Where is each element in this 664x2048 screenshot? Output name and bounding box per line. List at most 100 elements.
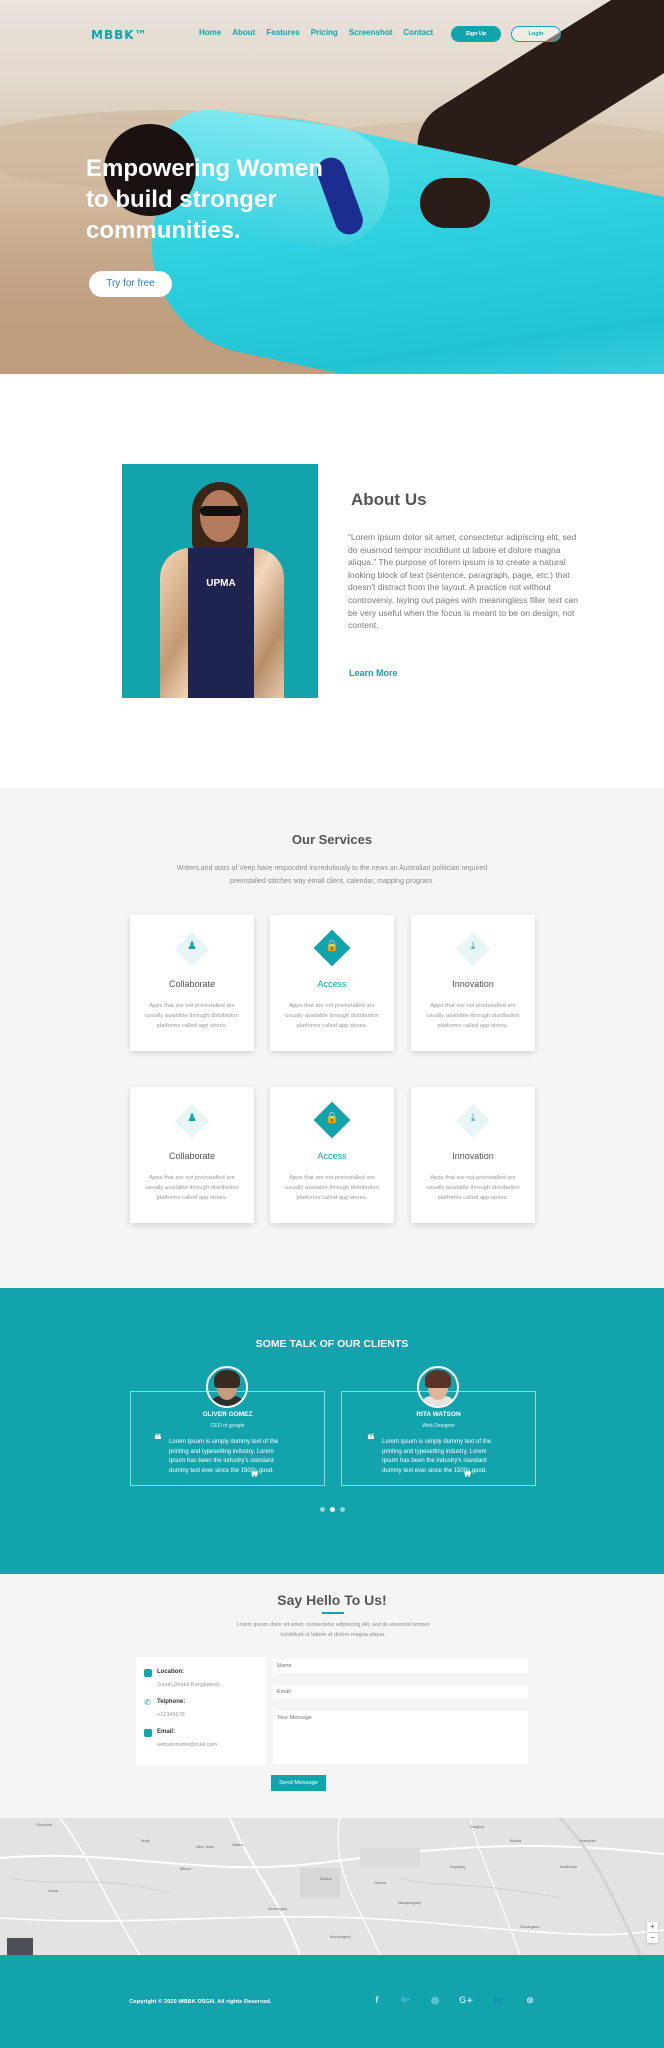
contact-info-box: Location: Jurain,Dhaka Bangladesh ✆ Telp… xyxy=(136,1657,266,1765)
message-field[interactable] xyxy=(273,1711,528,1764)
service-card[interactable]: ⤓ Innovation Apps that are not preinstalle… xyxy=(411,1087,535,1223)
service-title: Innovation xyxy=(452,979,494,989)
map-label: Dhaka xyxy=(320,1876,332,1881)
main-nav: Home About Features Pricing Screenshot C… xyxy=(199,28,433,37)
download-icon: ⤓ xyxy=(470,1111,476,1124)
phone-icon: ✆ xyxy=(144,1698,151,1707)
map-label: Sonargaon xyxy=(520,1924,540,1929)
testimonial-role: Web Designer xyxy=(422,1423,455,1429)
contact-section: Say Hello To Us! Lorem ipsum dolor sit a… xyxy=(0,1574,664,1818)
try-for-free-button[interactable]: Try for free xyxy=(89,271,172,297)
hero-title-line: communities. xyxy=(86,217,241,244)
zoom-in-button[interactable]: + xyxy=(647,1922,658,1932)
map-label: Savar xyxy=(48,1888,59,1893)
map-label: Keraniganj xyxy=(268,1906,288,1911)
hero-figure-hand xyxy=(420,178,490,228)
site-logo[interactable]: MBBK™ xyxy=(91,28,148,42)
testimonial-role: CEO of google xyxy=(210,1423,245,1429)
map-label: Araihazar xyxy=(560,1864,578,1869)
map-label: Mirpur xyxy=(180,1866,192,1871)
service-title: Collaborate xyxy=(168,979,216,989)
testimonial-name: RITA WATSON xyxy=(416,1411,461,1418)
linkedin-icon[interactable]: in xyxy=(492,1995,504,2007)
instagram-icon[interactable]: ◎ xyxy=(429,1995,441,2007)
service-card[interactable]: ♟ Collaborate Apps that are not preinstall… xyxy=(130,915,254,1051)
map[interactable]: Ghazipur Tongi Uttara Gazipur Mirpur New… xyxy=(0,1818,664,1955)
contact-title: Say Hello To Us! xyxy=(277,1592,387,1608)
service-text: Apps that are not preinstalled are usual… xyxy=(426,1003,520,1029)
collaborate-icon: ♟ xyxy=(187,939,197,952)
signup-button[interactable]: Sign Up xyxy=(451,26,501,42)
email-field[interactable] xyxy=(273,1685,528,1699)
map-satellite-toggle[interactable] xyxy=(7,1938,33,1955)
service-text: Apps that are not preinstalled are usual… xyxy=(426,1175,520,1201)
map-label: Bhulta xyxy=(510,1838,522,1843)
about-image-face xyxy=(200,490,240,542)
footer: Copyright © 2020 MBBK DSGN. All rights R… xyxy=(0,1955,664,2048)
service-card[interactable]: ♟ Collaborate Apps that are not preinstall… xyxy=(130,1087,254,1223)
hero-section: MBBK™ Home About Features Pricing Screen… xyxy=(0,0,664,374)
service-title: Access xyxy=(317,1151,347,1161)
service-card[interactable]: 🔒 Access Apps that are not preinstalled ar… xyxy=(270,1087,394,1223)
email-icon xyxy=(144,1729,152,1737)
copyright-text: Copyright © 2020 MBBK DSGN. All rights R… xyxy=(129,1999,272,2005)
quote-close-icon: ❞ xyxy=(251,1471,259,1486)
service-card[interactable]: 🔒 Access Apps that are not preinstalled ar… xyxy=(270,915,394,1051)
service-text: Apps that are not preinstalled are usual… xyxy=(285,1175,379,1201)
quote-open-icon: ❝ xyxy=(154,1433,162,1448)
nav-item-features[interactable]: Features xyxy=(266,28,299,37)
email-label: Email: xyxy=(157,1729,176,1735)
services-subtitle: Writers and stars of Veep have responded… xyxy=(176,865,488,885)
lock-icon: 🔒 xyxy=(325,939,339,952)
carousel-dot[interactable] xyxy=(340,1507,345,1512)
location-icon xyxy=(144,1669,152,1677)
carousel-dots xyxy=(320,1507,345,1512)
learn-more-link[interactable]: Learn More xyxy=(349,668,398,678)
lock-icon: 🔒 xyxy=(325,1111,339,1124)
email-value: websitename@mail.com xyxy=(157,1742,217,1748)
send-message-button[interactable]: Send Message xyxy=(271,1775,326,1791)
facebook-icon[interactable]: f xyxy=(371,1995,383,2007)
map-label: Ghazipur xyxy=(36,1822,53,1827)
hero-title-line: Empowering Women xyxy=(86,155,323,182)
avatar xyxy=(417,1366,459,1408)
twitter-icon[interactable]: 🐦 xyxy=(400,1995,412,2007)
title-underline xyxy=(322,1612,344,1614)
nav-item-contact[interactable]: Contact xyxy=(403,28,433,37)
hero-title: Empowering Women to build stronger commu… xyxy=(86,153,386,246)
contact-subtitle: Lorem ipsum dolor sit amet, consectetur … xyxy=(236,1622,430,1638)
map-label: Munshiganj xyxy=(330,1934,351,1939)
carousel-dot-active[interactable] xyxy=(330,1507,335,1512)
phone-label: Telphone: xyxy=(157,1699,186,1705)
about-title: About Us xyxy=(351,490,427,509)
hero-title-line: to build stronger xyxy=(86,186,277,213)
service-title: Innovation xyxy=(452,1151,494,1161)
service-title: Access xyxy=(317,979,347,989)
zoom-out-button[interactable]: − xyxy=(647,1933,658,1943)
clients-title: SOME TALK OF OUR CLIENTS xyxy=(255,1338,409,1350)
location-label: Location: xyxy=(157,1669,184,1675)
about-image-shirt xyxy=(188,548,254,698)
download-icon: ⤓ xyxy=(470,939,476,952)
map-label: Tongi xyxy=(140,1838,150,1843)
map-label: New Town xyxy=(196,1844,215,1849)
quote-open-icon: ❝ xyxy=(367,1433,375,1448)
service-text: Apps that are not preinstalled are usual… xyxy=(145,1175,239,1201)
google-plus-icon[interactable]: G+ xyxy=(459,1995,474,2007)
service-card[interactable]: ⤓ Innovation Apps that are not preinstalle… xyxy=(411,915,535,1051)
service-title: Collaborate xyxy=(168,1151,216,1161)
login-button[interactable]: Login xyxy=(511,26,561,42)
nav-item-screenshot[interactable]: Screenshot xyxy=(349,28,393,37)
dribbble-icon[interactable]: ⊛ xyxy=(524,1995,536,2007)
nav-item-pricing[interactable]: Pricing xyxy=(311,28,338,37)
nav-item-about[interactable]: About xyxy=(232,28,255,37)
map-label: Gazipur xyxy=(470,1824,485,1829)
avatar xyxy=(206,1366,248,1408)
nav-item-home[interactable]: Home xyxy=(199,28,221,37)
name-field[interactable] xyxy=(273,1659,528,1673)
collaborate-icon: ♟ xyxy=(187,1111,197,1124)
carousel-dot[interactable] xyxy=(320,1507,325,1512)
about-image-shirt-text: UPMA xyxy=(206,578,236,589)
service-text: Apps that are not preinstalled are usual… xyxy=(285,1003,379,1029)
map-label: Rupganj xyxy=(450,1864,465,1869)
